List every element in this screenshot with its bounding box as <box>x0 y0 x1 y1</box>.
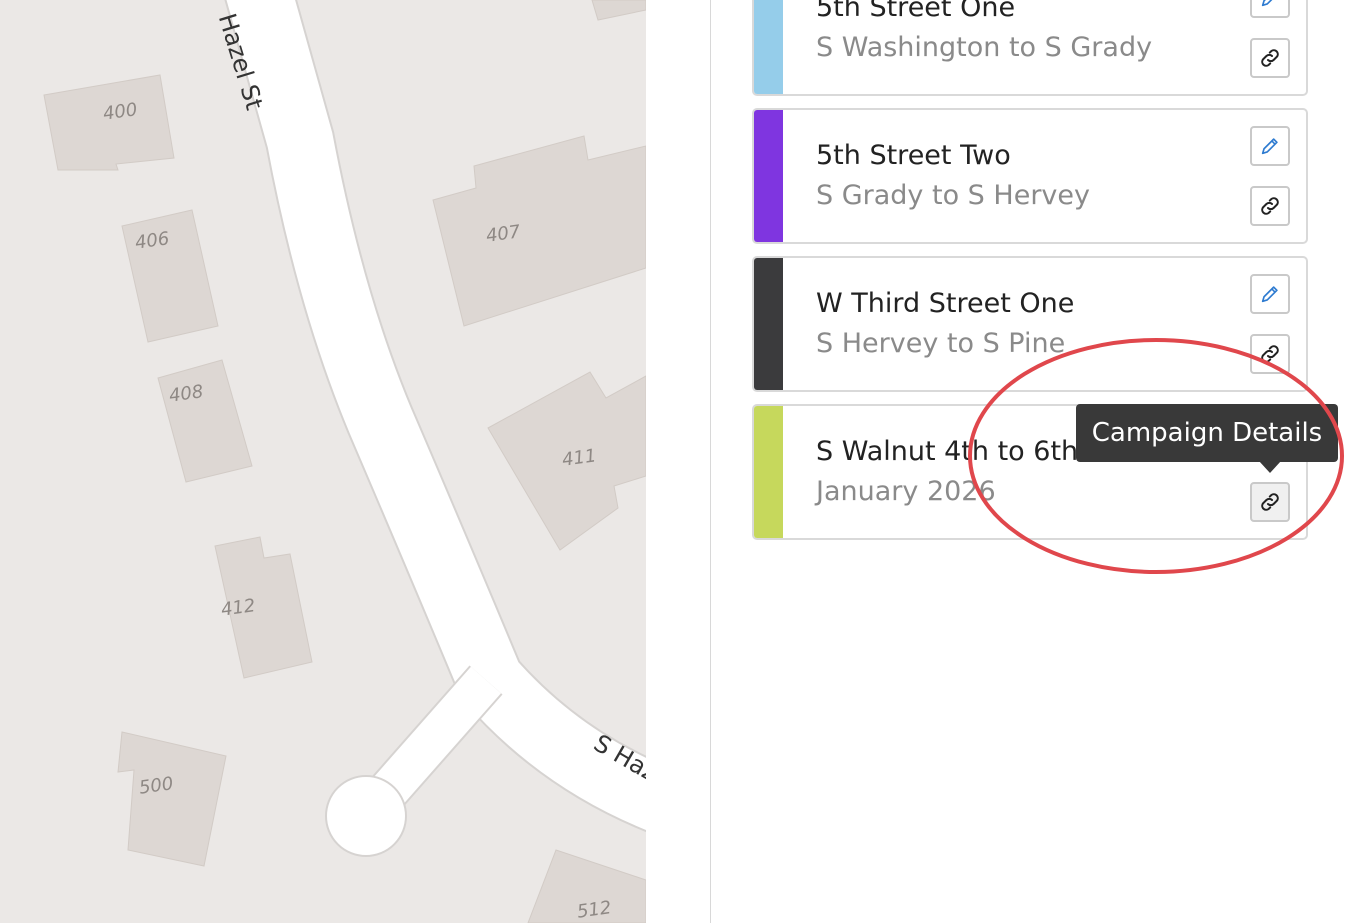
building <box>117 731 227 867</box>
pencil-icon <box>1261 286 1278 303</box>
panel-divider <box>710 0 711 923</box>
edit-campaign-button[interactable] <box>1250 126 1290 166</box>
building <box>157 359 253 483</box>
campaign-title: 5th Street Two <box>816 140 1011 171</box>
highlight-annotation <box>968 338 1344 574</box>
campaign-color-stripe <box>754 110 783 242</box>
building <box>432 135 646 327</box>
campaign-card[interactable]: 5th Street One S Washington to S Grady <box>752 0 1308 96</box>
campaign-color-stripe <box>754 406 783 538</box>
map-panel[interactable]: Hazel St S Hazel St 400 406 407 408 411 … <box>0 0 646 923</box>
building <box>121 209 219 343</box>
edit-campaign-button[interactable] <box>1250 0 1290 18</box>
pencil-icon <box>1261 138 1278 155</box>
campaign-title: 5th Street One <box>816 0 1016 23</box>
campaign-title: W Third Street One <box>816 288 1075 319</box>
link-icon <box>1261 49 1279 67</box>
highlight-ellipse <box>968 338 1344 574</box>
campaign-subtitle: S Grady to S Hervey <box>816 180 1090 211</box>
building <box>591 0 646 21</box>
campaign-details-button[interactable] <box>1250 186 1290 226</box>
map-canvas[interactable]: Hazel St S Hazel St 400 406 407 408 411 … <box>0 0 646 923</box>
campaign-details-button[interactable] <box>1250 38 1290 78</box>
edit-campaign-button[interactable] <box>1250 274 1290 314</box>
campaign-card[interactable]: 5th Street Two S Grady to S Hervey <box>752 108 1308 244</box>
campaign-subtitle: S Washington to S Grady <box>816 32 1153 63</box>
campaign-color-stripe <box>754 0 783 94</box>
pencil-icon <box>1261 0 1273 7</box>
link-icon <box>1261 197 1279 215</box>
campaign-color-stripe <box>754 258 783 390</box>
